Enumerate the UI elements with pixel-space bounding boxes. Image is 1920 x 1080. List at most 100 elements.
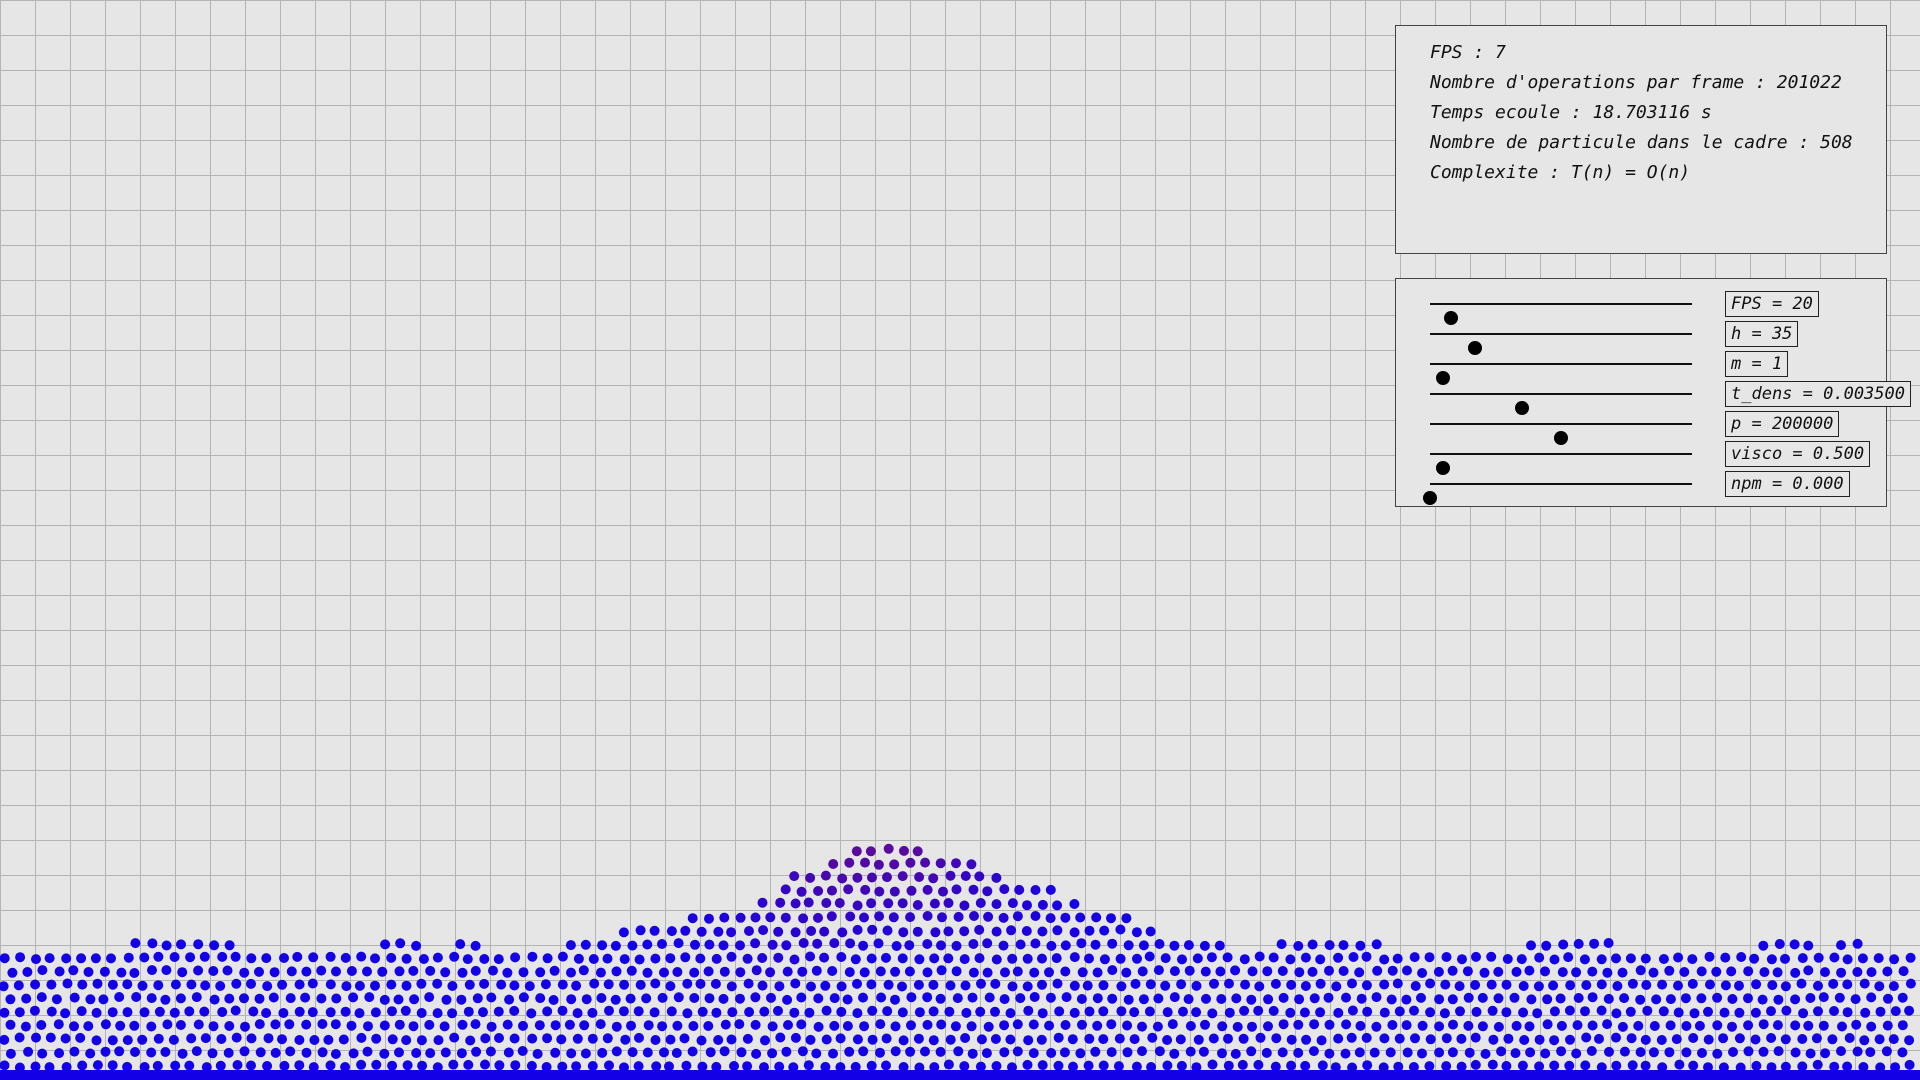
particle [1580,1006,1590,1017]
particle [1680,993,1691,1004]
particle [1106,1047,1117,1058]
particle [1874,981,1885,992]
particle [1866,967,1877,978]
particle [1362,1060,1373,1071]
particle [1596,979,1607,990]
particle [1069,927,1080,938]
particle [1696,966,1707,977]
particle [1735,1062,1746,1073]
particle [509,1005,520,1016]
particle [842,1021,853,1031]
particle [5,994,16,1005]
particle [805,951,816,962]
particle [806,926,817,936]
particle [1726,966,1737,977]
particle [1511,966,1522,977]
particle [1098,1060,1109,1071]
particle [1874,1034,1885,1045]
particle [991,1061,1002,1071]
particle [687,913,698,924]
particle [1053,1032,1064,1043]
particle [75,1032,86,1043]
particle [1602,1019,1613,1030]
particle [966,1021,977,1032]
particle [1331,981,1342,992]
particle [1005,1008,1016,1019]
particle [1023,1005,1034,1016]
particle [1386,994,1397,1005]
particle [1526,994,1537,1005]
particle [1214,940,1225,951]
particle [1106,1019,1117,1030]
particle [1510,1048,1521,1059]
particle [1029,992,1040,1002]
particle [960,980,971,991]
particle [325,951,336,962]
particle [1712,992,1723,1003]
particle [1309,993,1320,1004]
particle [1836,1046,1846,1057]
h-slider[interactable] [1430,333,1692,355]
particle [1286,1034,1297,1045]
visco-slider[interactable] [1430,453,1692,475]
particle [953,911,964,922]
npm-slider[interactable] [1423,483,1692,505]
particle [1036,1034,1047,1045]
particle [899,845,909,856]
t-dens-value: t_dens = 0.003500 [1725,381,1911,407]
particle [619,954,630,965]
particle [1372,965,1383,976]
particle [659,967,669,978]
particle [1371,992,1382,1003]
particle [146,1047,157,1058]
particle [935,858,946,869]
particle [1704,951,1715,962]
visco-value: visco = 0.500 [1725,441,1871,467]
particle [935,1046,946,1057]
particle [1185,1046,1196,1057]
m-slider[interactable] [1430,363,1692,385]
particle [309,1035,320,1045]
particle [828,859,839,869]
particle [580,1048,591,1059]
particle [240,1021,250,1032]
particle [1541,940,1552,951]
particle [1178,1006,1188,1017]
particle [1905,978,1916,989]
particle [1767,980,1778,991]
particle [465,1035,476,1046]
p-slider[interactable] [1430,423,1692,445]
particle [905,1046,916,1057]
particle [362,966,372,977]
particle [1323,992,1334,1003]
particle [1379,954,1390,965]
particle [920,857,931,868]
particle [1736,952,1747,962]
particle [922,967,933,978]
particle [765,967,776,978]
particle [37,965,48,976]
particle [1121,967,1132,978]
particle [1333,1007,1344,1018]
particle [161,965,172,976]
t-dens-slider[interactable] [1430,393,1692,415]
particle [1425,978,1436,989]
particle [1571,1048,1582,1059]
particle [1665,1020,1676,1031]
particle [718,940,729,951]
particle [1207,1059,1218,1070]
particle [493,954,504,965]
particle-field [0,843,1916,1073]
particle [246,978,256,989]
particle [1805,993,1816,1003]
particle [897,871,908,882]
particle [455,939,466,950]
particle [974,953,985,964]
particle [1223,1033,1233,1044]
npm-slider-knob[interactable] [1423,491,1437,505]
particle [1881,1046,1892,1057]
particle [69,1046,80,1057]
particle [579,1020,590,1031]
particle [1803,965,1814,976]
fps-slider[interactable] [1430,303,1692,325]
